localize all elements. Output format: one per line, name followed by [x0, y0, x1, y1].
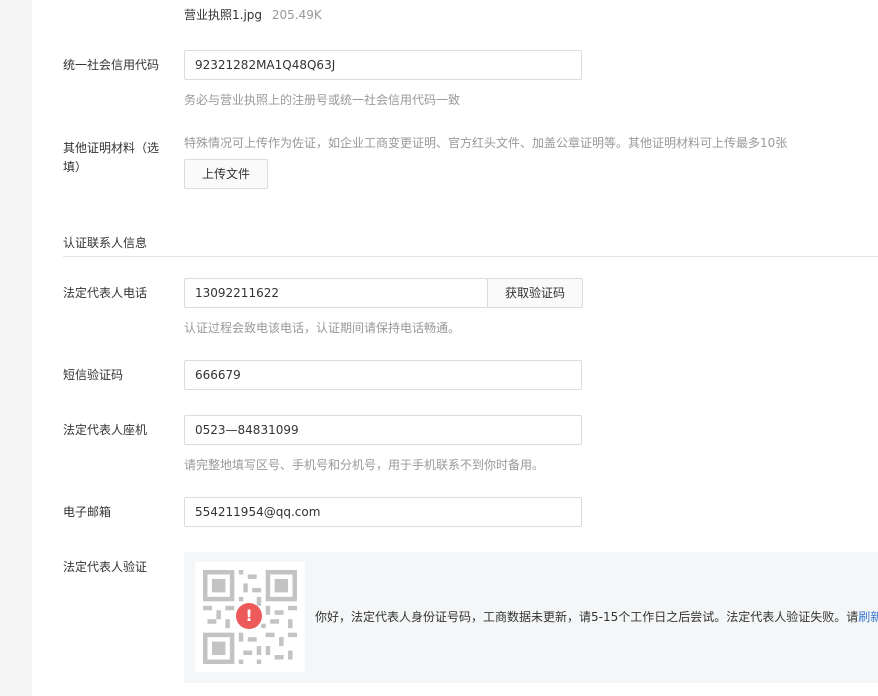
legal-phone-hint: 认证过程会致电该电话，认证期间请保持电话畅通。: [184, 321, 461, 335]
other-docs-label-line2: 填）: [63, 160, 88, 174]
uploaded-file-size: 205.49K: [271, 8, 322, 22]
email-input[interactable]: [184, 497, 582, 527]
legal-phone-label: 法定代表人电话: [63, 286, 148, 300]
uploaded-file[interactable]: 营业执照1.jpg 205.49K: [184, 6, 322, 23]
credit-code-label: 统一社会信用代码: [63, 58, 160, 72]
credit-code-input[interactable]: [184, 50, 582, 80]
email-label: 电子邮箱: [63, 505, 112, 519]
get-code-button[interactable]: 获取验证码: [487, 278, 583, 308]
landline-label: 法定代表人座机: [63, 423, 148, 437]
legal-phone-input[interactable]: [184, 278, 488, 308]
other-docs-label: 其他证明材料（选 填）: [63, 139, 159, 177]
section-divider: [63, 256, 878, 257]
sms-code-label: 短信验证码: [63, 368, 124, 382]
legal-verify-label: 法定代表人验证: [63, 560, 148, 574]
landline-input[interactable]: [184, 415, 582, 445]
credit-code-hint: 务必与营业执照上的注册号或统一社会信用代码一致: [184, 93, 461, 107]
refresh-link[interactable]: 刷新: [858, 610, 878, 624]
other-docs-hint: 特殊情况可上传作为佐证，如企业工商变更证明、官方红头文件、加盖公章证明等。其他证…: [184, 136, 788, 150]
contact-section-title: 认证联系人信息: [63, 236, 148, 250]
error-alert-icon: !: [236, 603, 262, 629]
other-docs-label-line1: 其他证明材料（选: [63, 141, 160, 155]
legal-verify-message: 你好，法定代表人身份证号码，工商数据未更新，请5-15个工作日之后尝试。法定代表…: [315, 608, 878, 625]
sms-code-input[interactable]: [184, 360, 582, 390]
uploaded-file-name: 营业执照1.jpg: [184, 8, 263, 22]
legal-verify-message-text: 你好，法定代表人身份证号码，工商数据未更新，请5-15个工作日之后尝试。法定代表…: [315, 610, 859, 624]
landline-hint: 请完整地填写区号、手机号和分机号，用于手机联系不到你时备用。: [184, 458, 545, 472]
upload-file-button[interactable]: 上传文件: [184, 159, 268, 189]
qr-code-card: !: [195, 562, 305, 672]
